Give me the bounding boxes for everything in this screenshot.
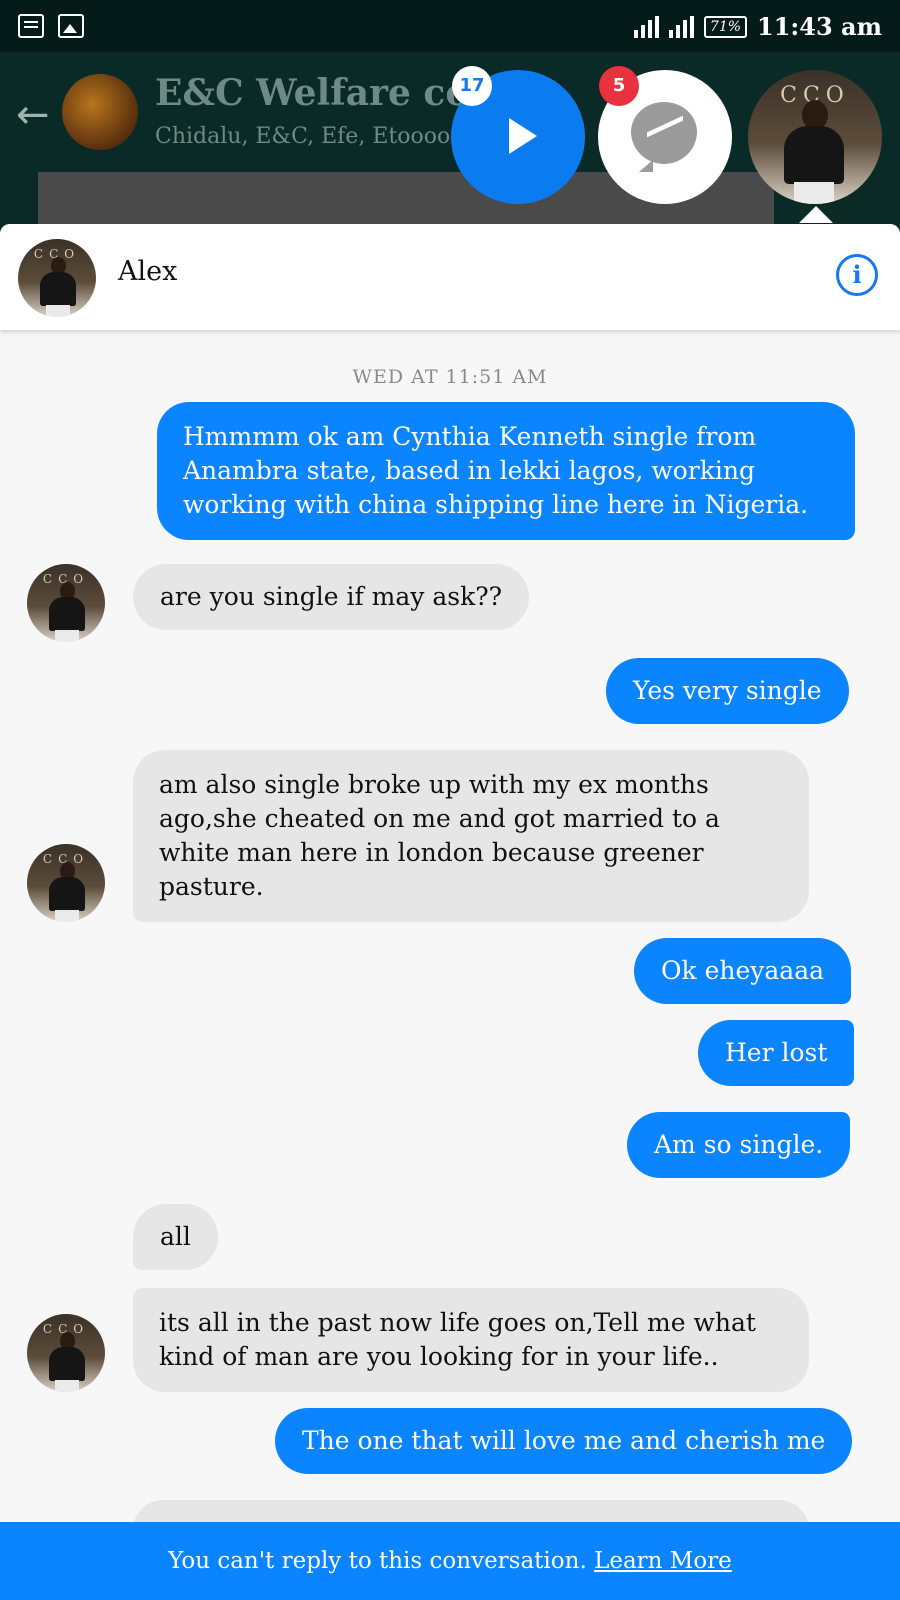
contact-avatar[interactable]: CCO <box>18 239 96 317</box>
contact-avatar-small[interactable]: CCO <box>27 844 105 922</box>
message-bubble-outgoing[interactable]: Am so single. <box>627 1112 851 1178</box>
clock: 11:43 am <box>757 12 882 41</box>
status-bar: 71% 11:43 am <box>0 0 900 52</box>
video-count-badge: 17 <box>452 66 492 106</box>
contact-avatar-small[interactable]: CCO <box>27 1314 105 1392</box>
info-icon[interactable]: i <box>836 254 878 296</box>
conversation-header: CCO Alex i <box>0 224 900 330</box>
message-bubble-incoming[interactable]: are you single if may ask?? <box>133 564 530 630</box>
back-arrow-icon[interactable]: ← <box>16 92 50 138</box>
cannot-reply-banner: You can't reply to this conversation. Le… <box>0 1522 900 1600</box>
message-bubble-outgoing[interactable]: The one that will love me and cherish me <box>275 1408 853 1474</box>
signal-icon <box>633 15 659 38</box>
messenger-conversation-panel: CCO Alex i WED AT 11:51 AM Hmmmm ok am C… <box>0 224 900 1600</box>
chat-head-pointer <box>799 206 833 223</box>
message-bubble-outgoing[interactable]: Her lost <box>698 1020 855 1086</box>
message-bubble-outgoing[interactable]: Ok eheyaaaa <box>634 938 852 1004</box>
group-members: Chidalu, E&C, Efe, Etoooo <box>155 124 451 149</box>
contact-avatar-small[interactable]: CCO <box>27 564 105 642</box>
message-bubble-outgoing[interactable]: Yes very single <box>606 658 849 724</box>
message-timestamp: WED AT 11:51 AM <box>352 366 548 388</box>
image-notification-icon <box>58 14 84 38</box>
message-bubble-incoming[interactable]: all <box>133 1204 218 1270</box>
group-avatar[interactable] <box>62 74 138 150</box>
message-notification-icon <box>18 14 44 38</box>
battery-indicator: 71% <box>703 15 748 38</box>
alex-chat-head[interactable]: CCO <box>748 70 882 204</box>
message-bubble-incoming[interactable]: its all in the past now life goes on,Tel… <box>133 1288 809 1392</box>
messenger-icon <box>631 102 697 172</box>
message-bubble-outgoing[interactable]: Hmmmm ok am Cynthia Kenneth single from … <box>157 402 855 540</box>
unread-count-badge: 5 <box>599 66 639 106</box>
cannot-reply-notice: You can't reply to this conversation. <box>168 1548 587 1574</box>
contact-name[interactable]: Alex <box>118 256 177 287</box>
learn-more-link[interactable]: Learn More <box>594 1548 732 1574</box>
message-bubble-incoming[interactable]: am also single broke up with my ex month… <box>133 750 809 922</box>
signal-icon-2 <box>668 15 694 38</box>
